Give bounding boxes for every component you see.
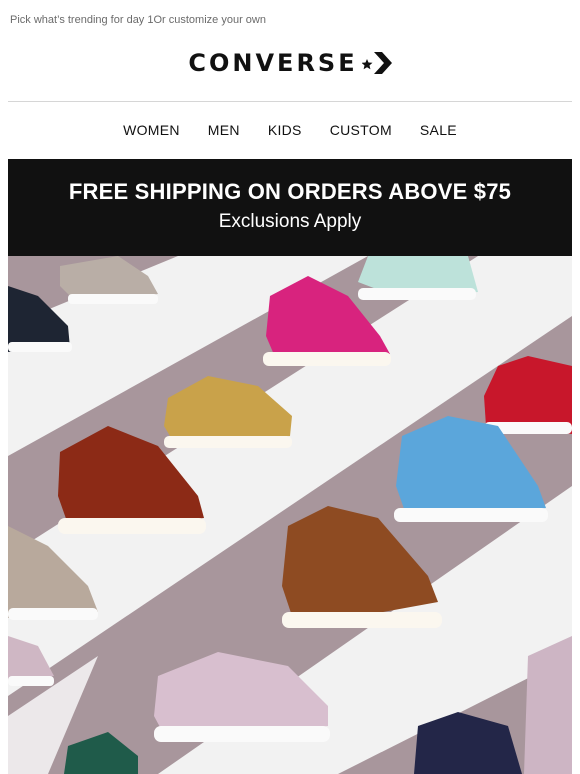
nav-men[interactable]: MEN xyxy=(194,122,254,138)
sneaker-mauve xyxy=(524,636,572,774)
sneaker-green xyxy=(64,732,138,774)
nav-women[interactable]: WOMEN xyxy=(109,122,194,138)
banner-title: FREE SHIPPING ON ORDERS ABOVE $75 xyxy=(68,179,512,204)
sneaker-grey-top xyxy=(60,256,158,304)
star-chevron-icon xyxy=(361,52,392,74)
sneaker-mint xyxy=(358,256,478,300)
shipping-banner[interactable]: FREE SHIPPING ON ORDERS ABOVE $75 Exclus… xyxy=(8,159,572,256)
nav-sale[interactable]: SALE xyxy=(406,122,471,138)
main-nav: WOMEN MEN KIDS CUSTOM SALE xyxy=(0,122,580,138)
hero-image[interactable] xyxy=(8,256,572,774)
nav-kids[interactable]: KIDS xyxy=(254,122,316,138)
sneaker-mustard xyxy=(164,376,292,448)
sneaker-collage xyxy=(8,256,572,774)
nav-custom[interactable]: CUSTOM xyxy=(316,122,406,138)
header-divider xyxy=(8,101,572,102)
preheader-text: Pick what’s trending for day 1Or customi… xyxy=(10,14,266,26)
sneaker-lilac xyxy=(154,652,330,742)
brand-logo[interactable]: CONVERSE xyxy=(0,48,580,78)
sneaker-red xyxy=(484,356,572,434)
banner-subtitle: Exclusions Apply xyxy=(218,211,362,232)
brand-wordmark: CONVERSE xyxy=(188,49,358,77)
